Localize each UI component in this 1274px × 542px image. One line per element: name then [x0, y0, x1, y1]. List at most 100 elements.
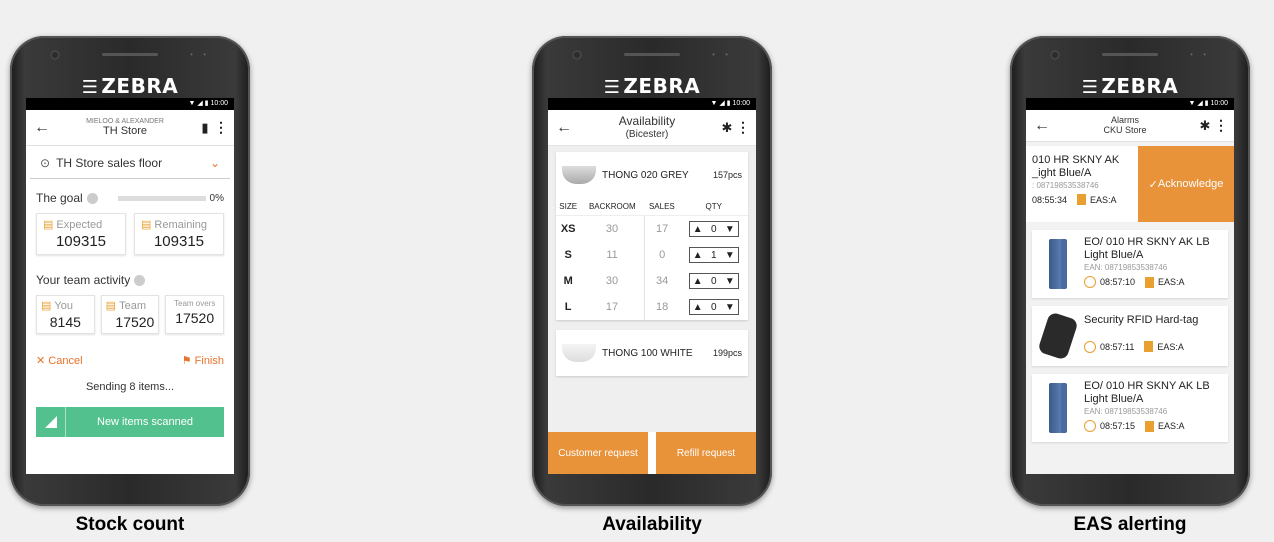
- qty-stepper[interactable]: ▲ 0 ▼: [688, 221, 739, 237]
- product-card[interactable]: THONG 100 WHITE 199pcs: [556, 330, 748, 376]
- zebra-icon: ☰: [81, 77, 99, 98]
- app-bar: ← MIELOO & ALEXANDER TH Store ▮ ⋮: [26, 110, 234, 146]
- clock-icon: [1084, 340, 1096, 353]
- more-menu-icon[interactable]: ⋮: [1214, 117, 1228, 134]
- caption-availability: Availability: [602, 514, 702, 535]
- zebra-icon: ☰: [603, 77, 621, 98]
- alarm-eas: EAS:A: [1157, 341, 1184, 352]
- alarm-eas: EAS:A: [1158, 277, 1185, 288]
- alarm-meta: 08:57:11 EAS:A: [1084, 340, 1224, 353]
- product-pcs: 157pcs: [712, 170, 742, 180]
- brand-text: ZEBRA: [623, 74, 701, 98]
- table-row: L 17 18 ▲ 0 ▼: [556, 294, 748, 320]
- more-menu-icon[interactable]: ⋮: [736, 119, 750, 136]
- qty-value: 0: [710, 301, 717, 313]
- store-name: TH Store: [102, 125, 147, 138]
- table-row: XS 30 17 ▲ 0 ▼: [556, 215, 748, 243]
- list-icon: ▤: [105, 300, 117, 312]
- qty-value: 0: [710, 223, 717, 235]
- alarm-time: 08:55:34: [1032, 194, 1068, 205]
- refill-request-button[interactable]: Refill request: [656, 432, 756, 474]
- product-image: [1032, 374, 1084, 442]
- new-items-button[interactable]: New items scanned: [36, 407, 224, 437]
- alarm-item[interactable]: Security RFID Hard-tag 08:57:11 EAS:A: [1032, 306, 1228, 366]
- back-arrow-icon[interactable]: ←: [1034, 117, 1054, 135]
- qty-cell: ▲ 0 ▼: [680, 216, 748, 243]
- alarm-swipe-row[interactable]: 010 HR SKNY AK _ight Blue/A : 0871985353…: [1026, 146, 1234, 222]
- qty-stepper[interactable]: ▲ 0 ▼: [688, 273, 739, 289]
- alarm-meta: 08:57:15 EAS:A: [1084, 420, 1224, 433]
- location-select[interactable]: ⊙ TH Store sales floor ⌄: [30, 146, 230, 179]
- speaker: [1102, 53, 1158, 56]
- sensor-dots: • •: [190, 50, 210, 59]
- caret-up-icon: ▲: [692, 249, 703, 261]
- customer-request-button[interactable]: Customer request: [548, 432, 648, 474]
- battery-icon[interactable]: ▮: [196, 120, 214, 136]
- alarm-meta: 08:55:34 EAS:A: [1032, 194, 1132, 206]
- thong-image: [562, 166, 596, 184]
- brand-text: ZEBRA: [1101, 74, 1179, 98]
- qty-stepper[interactable]: ▲ 1 ▼: [688, 247, 739, 263]
- table-row: M 30 34 ▲ 0 ▼: [556, 268, 748, 294]
- status-bar: ▼ ◢ ▮ 10:00: [1026, 98, 1234, 110]
- bluetooth-icon[interactable]: ✱: [718, 120, 736, 136]
- acknowledge-button[interactable]: ✓ Acknowledge: [1138, 146, 1234, 222]
- app-bar: ← Alarms CKU Store ✱ ⋮: [1026, 110, 1234, 142]
- gate-icon: [1145, 276, 1155, 288]
- alarm-eas: EAS:A: [1158, 421, 1185, 432]
- sales-cell: 34: [643, 268, 680, 294]
- clock-icon: [1084, 420, 1096, 433]
- team-overs-label: Team overs: [174, 299, 216, 308]
- status-time: 10:00: [1210, 100, 1228, 107]
- alarm-ean: : 08719853538746: [1032, 181, 1099, 191]
- device-frame: • • ☰ ZEBRA ▼ ◢ ▮ 10:00 ← MIELOO & ALEXAN…: [10, 36, 250, 506]
- qty-value: 1: [710, 249, 717, 261]
- finish-button[interactable]: ⚑ Finish: [182, 354, 224, 367]
- camera: [50, 50, 60, 60]
- help-icon[interactable]: [134, 274, 146, 286]
- status-time: 10:00: [732, 100, 750, 107]
- alarm-item[interactable]: EO/ 010 HR SKNY AK LB Light Blue/A EAN: …: [1032, 230, 1228, 298]
- cancel-button[interactable]: ✕ Cancel: [36, 354, 83, 367]
- acknowledge-label: Acknowledge: [1157, 178, 1224, 190]
- phone-eas-alerting: • • ☰ ZEBRA ▼ ◢ ▮ 10:00 ← Alarms CKU Stor…: [1010, 36, 1250, 535]
- alarm-title: Security RFID Hard-tag: [1084, 314, 1199, 326]
- qty-cell: ▲ 0 ▼: [680, 294, 748, 320]
- app-bar: ← Availability (Bicester) ✱ ⋮: [548, 110, 756, 146]
- qty-cell: ▲ 1 ▼: [680, 242, 748, 268]
- list-icon: ▤: [141, 219, 152, 231]
- signal-icon: [36, 407, 66, 437]
- jeans-image: [1049, 383, 1061, 433]
- product-header: THONG 020 GREY 157pcs: [556, 152, 748, 198]
- alarm-meta: 08:57:10 EAS:A: [1084, 276, 1224, 289]
- size-cell: L: [564, 301, 572, 313]
- you-label: You: [54, 300, 73, 312]
- sales-cell: 0: [643, 242, 680, 268]
- speaker: [624, 53, 680, 56]
- help-icon[interactable]: [86, 192, 98, 204]
- team-overs-value: 17520: [175, 310, 215, 326]
- alarm-body: Security RFID Hard-tag 08:57:11 EAS:A: [1084, 306, 1228, 366]
- alarm-item[interactable]: EO/ 010 HR SKNY AK LB Light Blue/A EAN: …: [1032, 374, 1228, 442]
- device-frame: • • ☰ ZEBRA ▼ ◢ ▮ 10:00 ← Availability (B…: [532, 36, 772, 506]
- chevron-down-icon: ⌄: [209, 156, 220, 170]
- size-cell: S: [564, 249, 572, 261]
- product-card[interactable]: THONG 020 GREY 157pcs SIZE BACKROOM SALE…: [556, 152, 748, 320]
- expected-label: Expected: [56, 219, 103, 231]
- sales-cell: 18: [643, 294, 680, 320]
- thong-image: [562, 344, 596, 362]
- alarm-title-2: _ight Blue/A: [1032, 166, 1092, 179]
- caret-down-icon: ▼: [724, 249, 735, 261]
- col-size: SIZE: [556, 198, 581, 216]
- goal-percent: 0%: [209, 192, 224, 204]
- bluetooth-icon[interactable]: ✱: [1196, 118, 1214, 134]
- backroom-cell: 30: [605, 223, 619, 235]
- qty-stepper[interactable]: ▲ 0 ▼: [688, 299, 739, 315]
- back-arrow-icon[interactable]: ←: [556, 119, 576, 137]
- more-menu-icon[interactable]: ⋮: [214, 119, 228, 136]
- back-arrow-icon[interactable]: ←: [34, 119, 54, 137]
- brand-logo: ☰ ZEBRA: [1010, 74, 1250, 98]
- alarm-body: EO/ 010 HR SKNY AK LB Light Blue/A EAN: …: [1084, 374, 1228, 442]
- sending-status: Sending 8 items...: [85, 381, 175, 393]
- screen: ▼ ◢ ▮ 10:00 ← MIELOO & ALEXANDER TH Stor…: [26, 98, 234, 474]
